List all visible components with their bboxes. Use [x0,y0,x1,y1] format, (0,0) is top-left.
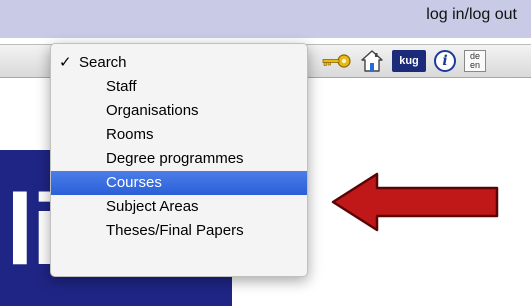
top-bar: log in/log out [0,0,531,38]
language-icon[interactable]: de en [464,50,486,72]
dropdown-item-degree-programmes[interactable]: Degree programmes [51,147,307,171]
pointer-arrow-icon [331,172,499,232]
dropdown-item-subject-areas[interactable]: Subject Areas [51,195,307,219]
dropdown-item-rooms[interactable]: Rooms [51,123,307,147]
dropdown-item-courses[interactable]: Courses [51,171,307,195]
dropdown-item-label: Search [79,54,127,71]
key-icon[interactable] [320,53,352,69]
dropdown-item-staff[interactable]: Staff [51,75,307,99]
language-icon-bottom: en [469,60,480,70]
toolbar-icons: kug i de en [320,47,486,75]
dropdown-item-search[interactable]: ✓ Search [51,51,307,75]
kug-logo-icon[interactable]: kug [392,50,426,72]
info-icon[interactable]: i [434,50,456,72]
checkmark-icon: ✓ [59,54,72,71]
login-logout-link[interactable]: log in/log out [426,6,517,24]
home-icon[interactable] [360,49,384,73]
search-dropdown-menu[interactable]: ✓ Search Staff Organisations Rooms Degree… [50,43,308,277]
dropdown-item-theses[interactable]: Theses/Final Papers [51,219,307,243]
dropdown-item-organisations[interactable]: Organisations [51,99,307,123]
